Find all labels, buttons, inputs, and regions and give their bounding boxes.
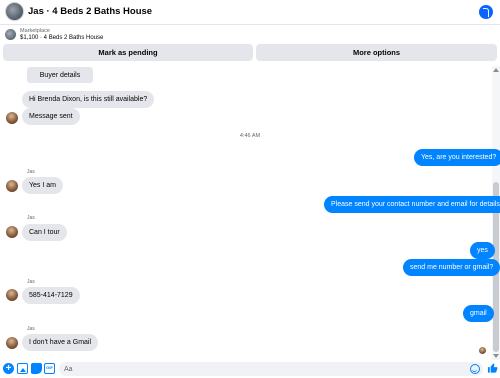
listing-description: $1,100 · 4 Beds 2 Baths House — [20, 35, 104, 41]
sender-name: Jas — [27, 215, 35, 221]
sender-avatar — [6, 289, 18, 301]
sender-name: Jas — [27, 279, 35, 285]
message-timestamp: 4:46 AM — [239, 133, 261, 139]
message-incoming: Yes I am — [22, 177, 63, 194]
conversation-title[interactable]: Jas · 4 Beds 2 Baths House — [28, 6, 152, 17]
buyer-details-button[interactable]: Buyer details — [27, 67, 93, 83]
listing-summary[interactable]: Marketplace $1,100 · 4 Beds 2 Baths Hous… — [0, 26, 500, 44]
sender-avatar — [6, 226, 18, 238]
conversation-header: Jas · 4 Beds 2 Baths House — [0, 0, 500, 25]
message-incoming: I don't have a Gmail — [22, 334, 99, 351]
message-outgoing: send me number or gmail? — [403, 259, 500, 276]
sender-avatar — [6, 337, 18, 349]
message-status: Message sent — [22, 108, 80, 125]
thumbs-up-icon[interactable] — [487, 362, 498, 374]
more-options-button[interactable]: More options — [256, 44, 497, 61]
message-outgoing: Please send your contact number and emai… — [324, 196, 500, 213]
contact-avatar[interactable] — [5, 2, 24, 21]
message-outgoing: yes — [470, 242, 495, 259]
message-composer: + GIF — [0, 360, 500, 378]
messenger-icon — [479, 5, 493, 19]
message-outgoing: gmail — [463, 305, 494, 322]
emoji-icon[interactable] — [470, 364, 480, 374]
sender-name: Jas — [27, 169, 35, 175]
listing-thumbnail — [5, 29, 16, 40]
message-incoming: 585-414-7129 — [22, 287, 80, 304]
seen-indicator-avatar — [479, 347, 486, 354]
sender-name: Jas — [27, 326, 35, 332]
sticker-icon[interactable] — [31, 363, 42, 374]
mark-as-pending-button[interactable]: Mark as pending — [3, 44, 253, 61]
message-incoming: Hi Brenda Dixon, is this still available… — [22, 91, 155, 108]
plus-icon[interactable]: + — [3, 363, 14, 374]
message-outgoing: Yes, are you interested? — [414, 149, 500, 166]
sender-avatar — [6, 180, 18, 192]
message-input[interactable] — [59, 362, 483, 376]
scroll-up-arrow-icon[interactable] — [493, 68, 499, 72]
photo-icon[interactable] — [17, 363, 28, 374]
scroll-down-arrow-icon[interactable] — [493, 354, 499, 358]
message-incoming: Can I tour — [22, 224, 67, 241]
sender-avatar — [6, 112, 18, 124]
gif-icon[interactable]: GIF — [44, 363, 55, 374]
marketplace-label: Marketplace — [20, 28, 50, 34]
